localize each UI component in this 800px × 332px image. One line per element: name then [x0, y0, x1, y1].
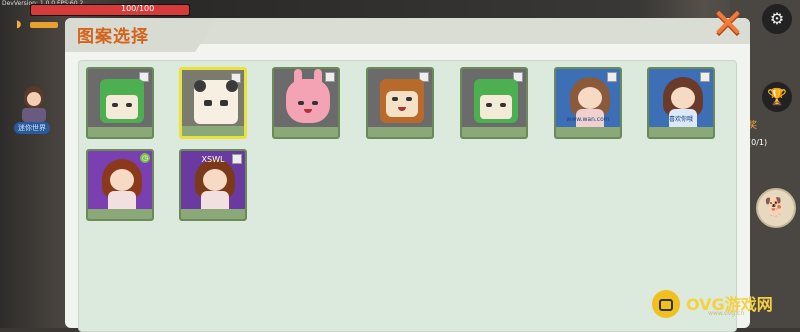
pet-dog-button[interactable]: 🐕	[756, 188, 796, 228]
tile-corner-icon	[325, 72, 335, 82]
pattern-tile[interactable]: XSWL	[179, 149, 247, 221]
panel-title: 图案选择	[77, 27, 149, 47]
girl-purple-clock-card-icon	[102, 159, 142, 211]
card-caption: XSWL	[201, 155, 225, 164]
pattern-tile-selected[interactable]	[179, 67, 247, 139]
pattern-select-panel: 图案选择 www.wan.com 喜欢你哦 ◷ XSWL	[65, 18, 750, 332]
pattern-tile[interactable]	[272, 67, 340, 139]
pattern-tile[interactable]	[460, 67, 528, 139]
pattern-tile[interactable]	[86, 67, 154, 139]
girl-purple-xswl-card-icon	[195, 159, 235, 211]
green-hood-wink-face-icon	[474, 79, 518, 123]
pattern-grid: www.wan.com 喜欢你哦 ◷ XSWL	[78, 60, 737, 332]
player-avatar[interactable]: 迷你世界	[14, 86, 50, 136]
health-text: 100/100	[121, 4, 155, 13]
card-caption: www.wan.com	[566, 116, 610, 123]
avatar-body	[22, 108, 46, 122]
bear-face-icon	[380, 79, 424, 123]
trophy-icon[interactable]: 🏆	[762, 82, 792, 112]
green-hood-face-icon	[100, 79, 144, 123]
watermark: OVG游戏网 www.ovg.cn	[652, 288, 800, 322]
pattern-tile[interactable]: www.wan.com	[554, 67, 622, 139]
quest-progress: (0/1)	[748, 138, 768, 147]
health-fill	[31, 5, 189, 15]
settings-gear-icon[interactable]: ⚙	[762, 4, 792, 34]
health-bar: 100/100	[30, 4, 190, 16]
avatar-tag: 迷你世界	[14, 122, 50, 134]
hunger-bar	[30, 22, 58, 28]
avatar-face	[27, 92, 41, 106]
title-tab: 图案选择	[65, 18, 217, 52]
hunger-icon: ◗	[16, 19, 22, 30]
watermark-logo-icon	[652, 290, 680, 318]
pink-bunny-face-icon	[286, 69, 330, 123]
pattern-tile[interactable]	[366, 67, 434, 139]
close-button[interactable]: ✕	[708, 4, 748, 44]
card-caption: 喜欢你哦	[668, 116, 693, 123]
pattern-tile[interactable]: 喜欢你哦	[647, 67, 715, 139]
panda-face-icon	[194, 80, 238, 124]
pattern-tile[interactable]: ◷	[86, 149, 154, 221]
watermark-sub: www.ovg.cn	[708, 310, 745, 317]
